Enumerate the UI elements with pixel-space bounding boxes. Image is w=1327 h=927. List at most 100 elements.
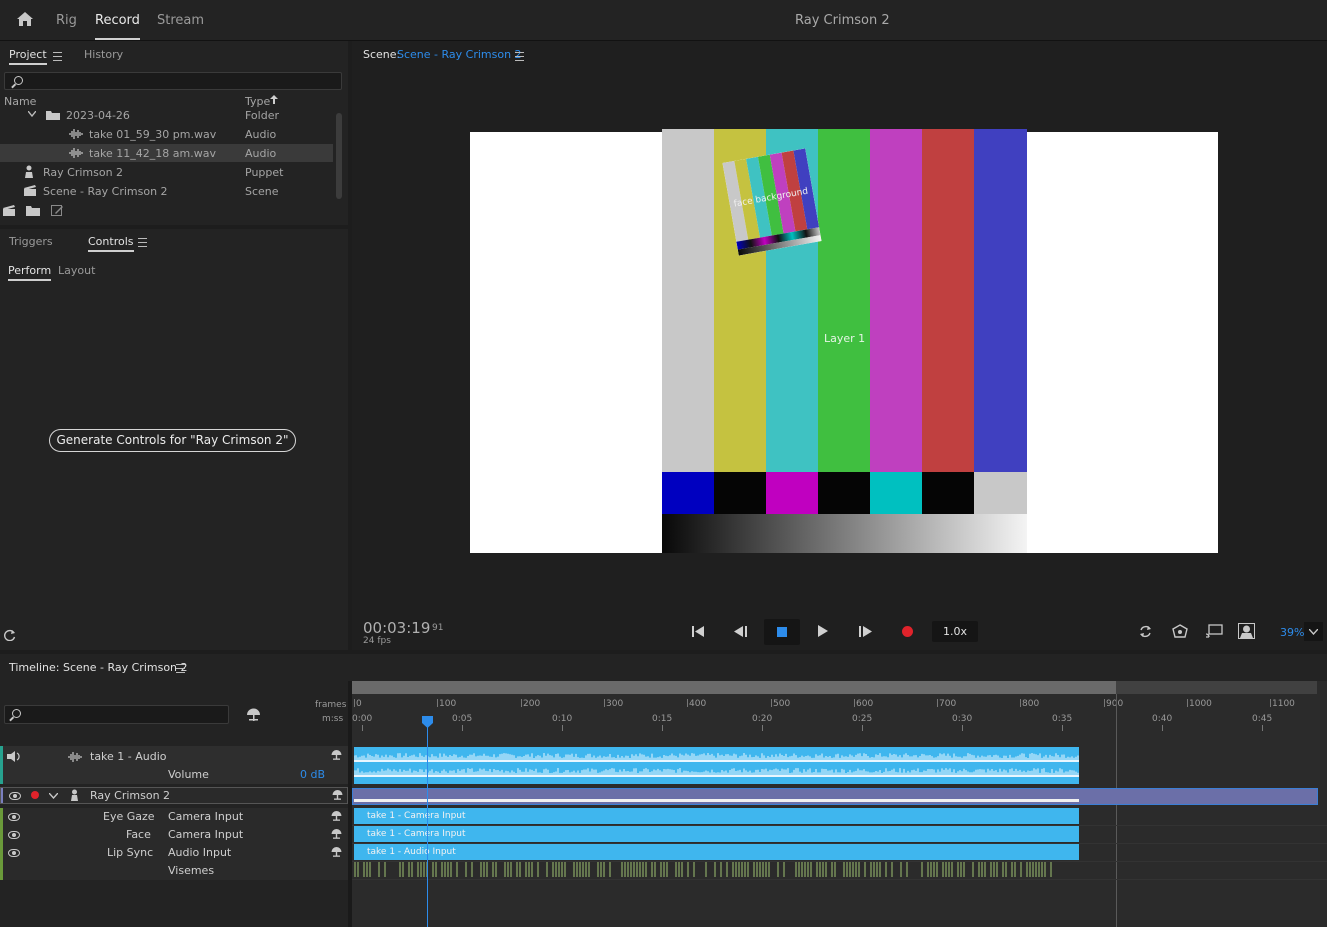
ruler-time-label: 0:45 [1252,714,1273,724]
scene-tool-icon[interactable] [1172,624,1188,639]
ruler-frame-label: 200 [523,699,541,709]
tab-project[interactable]: Project [9,48,47,65]
tab-history[interactable]: History [84,48,123,61]
panel-menu-icon[interactable] [176,664,185,673]
waveform-path [354,753,1079,760]
playhead-handle[interactable] [422,716,433,728]
eye-icon[interactable] [8,813,20,821]
loop-icon[interactable] [1139,625,1152,638]
ruler-time-label: 0:25 [852,714,873,724]
ruler-time-label: m:ss [322,714,344,724]
panel-menu-icon[interactable] [53,52,62,61]
new-scene-icon[interactable] [2,204,16,217]
visemes-row[interactable]: Visemes [0,862,348,880]
record-button[interactable] [902,626,913,637]
ruler-frame-tick [354,699,355,707]
app-title: Ray Crimson 2 [795,13,890,28]
grayscale-ramp [662,514,1027,553]
tab-record[interactable]: Record [95,13,140,40]
list-item[interactable]: Ray Crimson 2 Puppet [0,163,333,181]
subtab-layout[interactable]: Layout [58,264,95,277]
behavior-row-face[interactable]: Face Camera Input [0,826,348,844]
play-icon[interactable] [818,625,828,637]
panel-menu-icon[interactable] [138,238,147,247]
zoom-level[interactable]: 39% [1280,626,1304,639]
puppet-track-bar[interactable] [352,788,1318,805]
tab-controls[interactable]: Controls [88,235,134,252]
visemes-strip[interactable] [354,861,1079,878]
list-item[interactable]: take 11_42_18 am.wav Audio [0,144,333,162]
ruler-time-tick [562,725,563,731]
record-arm-icon[interactable] [31,791,39,799]
puppet-track-header[interactable]: Ray Crimson 2 [0,787,348,804]
list-item[interactable]: 2023-04-26 Folder [0,106,333,124]
ruler-frame-label: 1000 [1189,699,1212,709]
arm-track-icon[interactable] [331,847,342,857]
ruler-frame-label: 100 [439,699,457,709]
stop-button[interactable] [764,619,800,645]
ruler-frame-label: 800 [1022,699,1040,709]
scene-canvas[interactable]: Layer 1 face background [470,129,1218,553]
waveform-baseline [354,760,1079,762]
time-ruler[interactable]: 0 100 200 300 400 500 600 700 800 900 1000 1100 0:00… [352,694,1327,732]
list-item[interactable]: take 01_59_30 pm.wav Audio [0,125,333,143]
chevron-down-icon[interactable] [28,111,36,117]
scene-name-link[interactable]: Scene - Ray Crimson 2 [397,48,522,61]
tab-triggers[interactable]: Triggers [9,235,53,248]
step-back-icon[interactable] [734,626,747,637]
home-icon[interactable] [16,11,34,27]
fps-label: 24 fps [363,636,391,646]
volume-value[interactable]: 0 dB [300,768,325,781]
zoom-dropdown[interactable] [1304,622,1323,641]
stream-output-icon[interactable] [1206,624,1223,638]
color-bars-layer[interactable] [662,129,1027,472]
step-forward-icon[interactable] [859,626,872,637]
arm-track-icon[interactable] [332,790,343,800]
ruler-time-tick [1062,725,1063,731]
ruler-time-tick [662,725,663,731]
timecode[interactable]: 00:03:19 [363,619,430,637]
go-to-start-icon[interactable] [692,626,704,637]
arm-track-icon[interactable] [331,750,342,760]
tab-stream[interactable]: Stream [157,13,204,28]
face-tracking-icon[interactable] [1238,623,1255,639]
new-folder-icon[interactable] [26,205,40,216]
edit-icon[interactable] [51,205,64,217]
audio-track-header[interactable]: take 1 - Audio Volume 0 dB [0,746,348,784]
work-area-bar[interactable] [352,681,1116,694]
arm-track-icon[interactable] [331,811,342,821]
project-search-input[interactable] [4,72,342,90]
tab-rig[interactable]: Rig [56,13,77,28]
behavior-row-eye-gaze[interactable]: Eye Gaze Camera Input [0,808,348,826]
list-item[interactable]: Scene - Ray Crimson 2 Scene [0,182,333,200]
behavior-row-lip-sync[interactable]: Lip Sync Audio Input [0,844,348,862]
color-bars-lower [662,472,1027,514]
chevron-down-icon[interactable] [49,793,58,799]
eye-icon[interactable] [8,831,20,839]
timeline-search-input[interactable] [4,705,229,724]
refresh-icon[interactable] [4,629,16,641]
face-background-layer[interactable]: face background [722,148,822,256]
lip-sync-clip[interactable]: take 1 - Audio Input [354,844,1079,860]
ruler-frame-label: 900 [1106,699,1124,709]
ruler-time-label: 0:05 [452,714,473,724]
waveform-path [354,768,1079,775]
panel-divider[interactable] [348,681,352,927]
ruler-time-label: 0:30 [952,714,973,724]
subtab-perform[interactable]: Perform [8,264,52,281]
work-area-rest[interactable] [1116,681,1317,694]
arm-track-icon[interactable] [331,829,342,839]
eye-icon[interactable] [8,849,20,857]
audio-clip[interactable] [354,747,1079,784]
project-scrollbar[interactable] [336,113,342,199]
panel-menu-icon[interactable] [515,52,524,61]
ruler-time-label: 0:10 [552,714,573,724]
eye-gaze-clip[interactable]: take 1 - Camera Input [354,808,1079,824]
generate-controls-button[interactable]: Generate Controls for "Ray Crimson 2" [49,429,296,452]
eye-icon[interactable] [9,792,21,800]
playback-speed[interactable]: 1.0x [932,621,978,642]
face-clip[interactable]: take 1 - Camera Input [354,826,1079,842]
arm-all-icon[interactable] [246,708,261,721]
timeline-area[interactable]: 0 100 200 300 400 500 600 700 800 900 1000 1100 0:00… [352,681,1327,927]
speaker-icon[interactable] [7,751,22,762]
